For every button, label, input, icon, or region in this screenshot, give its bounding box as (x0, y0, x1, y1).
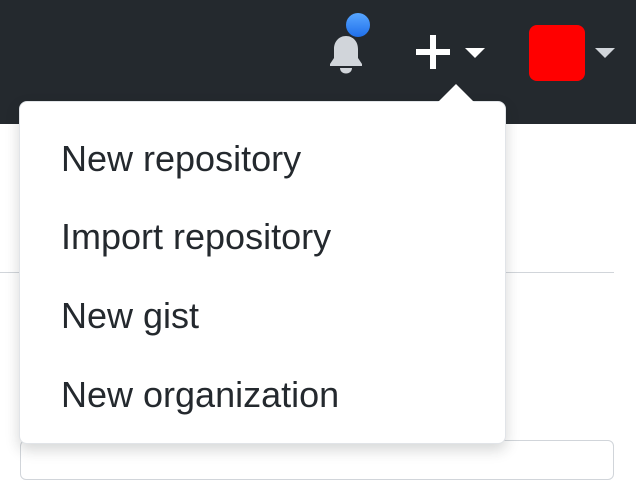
dropdown-pointer (438, 84, 474, 102)
create-caret-down-icon[interactable] (465, 48, 485, 58)
menu-item-new-repository[interactable]: New repository (61, 141, 301, 177)
menu-item-new-organization[interactable]: New organization (61, 377, 339, 413)
menu-item-import-repository[interactable]: Import repository (61, 219, 331, 255)
avatar-caret-down-icon[interactable] (595, 48, 615, 58)
create-new-dropdown: New repository Import repository New gis… (19, 101, 506, 444)
notification-indicator (344, 11, 372, 39)
page-content-box (20, 440, 614, 480)
menu-item-new-gist[interactable]: New gist (61, 298, 199, 334)
avatar[interactable] (529, 25, 585, 81)
plus-icon[interactable] (413, 32, 453, 72)
